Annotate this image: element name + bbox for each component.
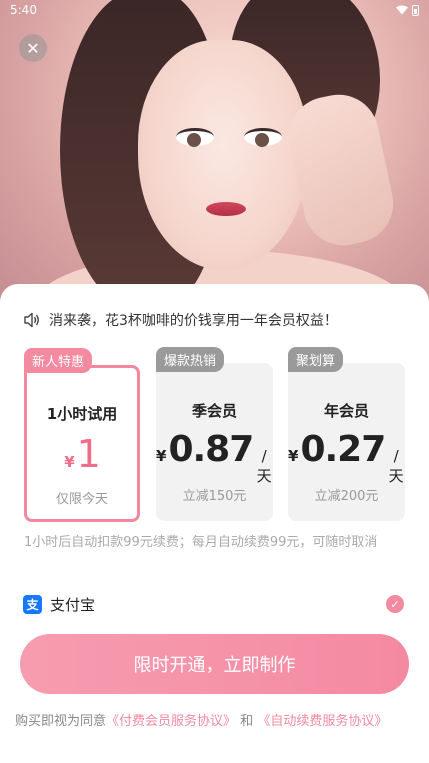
battery-icon <box>412 4 419 16</box>
currency-symbol: ¥ <box>156 447 167 465</box>
purchase-button[interactable]: 限时开通，立即制作 <box>20 634 409 694</box>
auto-renew-note: 1小时后自动扣款99元续费；每月自动续费99元，可随时取消 <box>24 535 378 550</box>
payment-check-icon[interactable]: ✓ <box>386 595 404 613</box>
plan-tag: 聚划算 <box>288 347 344 372</box>
plan-card-quarterly[interactable]: 爆款热销 季会员 ¥ 0.87 /天 立减150元 <box>156 347 273 521</box>
close-button[interactable]: ✕ <box>19 34 47 62</box>
plan-tag: 爆款热销 <box>156 347 225 372</box>
payment-method-row[interactable]: 支 支付宝 <box>23 594 95 615</box>
plan-subtitle: 立减150元 <box>182 489 247 504</box>
payment-method-label: 支付宝 <box>50 596 96 614</box>
price-value: 1 <box>76 432 101 476</box>
status-time: 5:40 <box>10 3 37 17</box>
notice-bar: 消来袭，花3杯咖啡的价钱享用一年会员权益！ <box>23 310 338 330</box>
price-value: 0.87 <box>168 429 254 470</box>
agreement-text: 购买即视为同意《付费会员服务协议》 和 《自动续费服务协议》 <box>15 710 420 729</box>
plan-price: ¥ 1 <box>27 432 137 476</box>
currency-symbol: ¥ <box>288 447 299 465</box>
plan-tag: 新人特惠 <box>24 348 93 373</box>
price-unit: /天 <box>388 447 404 485</box>
plan-title: 1小时试用 <box>46 405 118 423</box>
agreement-prefix: 购买即视为同意 <box>15 714 107 729</box>
paid-member-agreement-link[interactable]: 《付费会员服务协议》 <box>106 714 236 729</box>
plan-price: ¥ 0.87 /天 <box>156 429 273 486</box>
hero-image <box>0 0 429 320</box>
currency-symbol: ¥ <box>64 453 75 471</box>
price-unit: /天 <box>256 447 272 485</box>
plan-title: 年会员 <box>323 402 369 420</box>
alipay-logo: 支 <box>23 595 42 614</box>
plan-title: 季会员 <box>191 402 237 420</box>
hero-eye-right <box>244 128 282 147</box>
wifi-icon <box>396 5 408 15</box>
plan-price: ¥ 0.27 /天 <box>288 429 405 486</box>
agreement-and: 和 <box>240 714 254 729</box>
hero-hand <box>281 87 401 253</box>
status-icons <box>396 4 419 16</box>
membership-sheet: 消来袭，花3杯咖啡的价钱享用一年会员权益！ 新人特惠 1小时试用 ¥ 1 仅限今… <box>0 284 429 763</box>
plan-card-trial[interactable]: 新人特惠 1小时试用 ¥ 1 仅限今天 <box>24 348 140 522</box>
price-value: 0.27 <box>300 429 386 470</box>
plan-card-yearly[interactable]: 聚划算 年会员 ¥ 0.27 /天 立减200元 <box>288 347 405 521</box>
auto-renew-agreement-link[interactable]: 《自动续费服务协议》 <box>257 714 387 729</box>
hero-lips <box>206 202 246 216</box>
hero-face <box>138 40 308 270</box>
status-bar: 5:40 <box>0 0 429 20</box>
notice-text: 消来袭，花3杯咖啡的价钱享用一年会员权益！ <box>49 313 338 329</box>
hero-eye-left <box>176 128 214 147</box>
plan-subtitle: 立减200元 <box>314 489 379 504</box>
close-icon: ✕ <box>26 38 40 58</box>
plan-subtitle: 仅限今天 <box>55 492 108 507</box>
speaker-icon <box>24 312 39 328</box>
